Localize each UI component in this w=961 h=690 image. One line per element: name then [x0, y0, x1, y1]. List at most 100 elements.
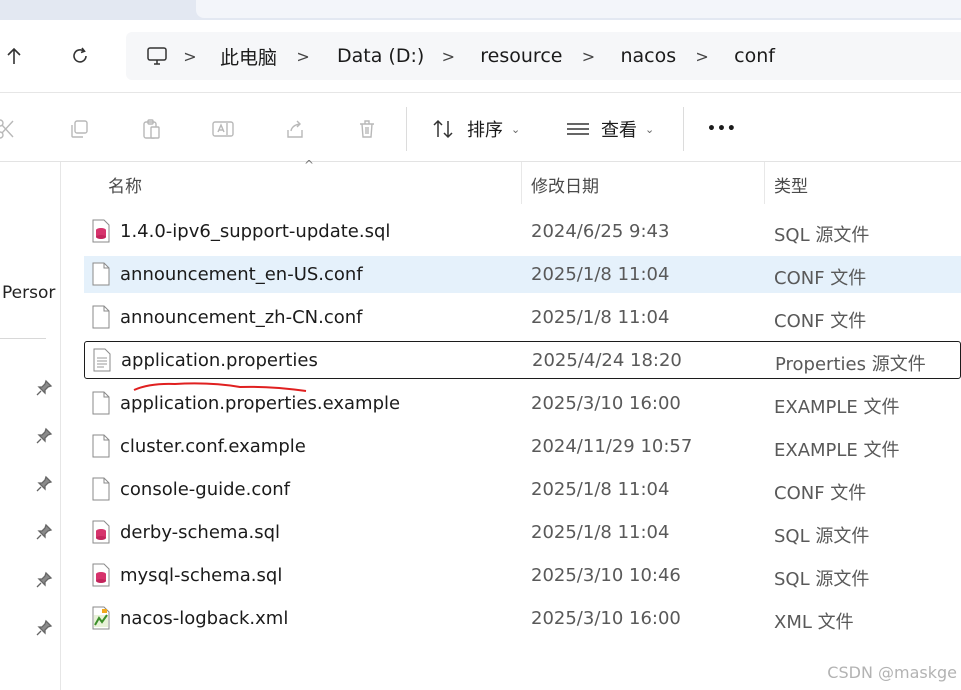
file-row[interactable]: derby-schema.sql 2025/1/8 11:04 SQL 源文件 [84, 514, 961, 551]
file-name: application.properties.example [120, 393, 401, 414]
file-type: CONF 文件 [774, 483, 867, 504]
rename-icon[interactable] [211, 117, 235, 141]
breadcrumb-separator[interactable]: > [570, 47, 606, 66]
more-options-icon[interactable]: ••• [707, 117, 737, 141]
file-type: SQL 源文件 [774, 526, 870, 547]
file-row[interactable]: application.properties.example 2025/3/10… [84, 385, 961, 422]
column-divider[interactable] [521, 162, 522, 204]
sql-file-icon [92, 520, 110, 544]
file-row[interactable]: announcement_en-US.conf 2025/1/8 11:04 C… [84, 256, 961, 293]
toolbar-divider [406, 107, 407, 151]
file-icon [92, 391, 110, 415]
pin-icon[interactable] [35, 427, 53, 445]
file-name: cluster.conf.example [120, 436, 306, 457]
toolbar-divider [683, 107, 684, 151]
file-row[interactable]: 1.4.0-ipv6_support-update.sql 2024/6/25 … [84, 213, 961, 250]
file-type: Properties 源文件 [775, 354, 926, 375]
column-header: ^ 名称 修改日期 类型 [61, 158, 961, 204]
file-date: 2024/11/29 10:57 [531, 436, 693, 457]
up-arrow-icon[interactable] [0, 42, 28, 70]
file-row[interactable]: console-guide.conf 2025/1/8 11:04 CONF 文… [84, 471, 961, 508]
file-name: mysql-schema.sql [120, 565, 283, 586]
command-bar: 排序 ⌄ 查看 ⌄ ••• [0, 92, 961, 162]
watermark: CSDN @maskge [827, 663, 957, 682]
file-row[interactable]: cluster.conf.example 2024/11/29 10:57 EX… [84, 428, 961, 465]
address-bar[interactable]: > 此电脑 > Data (D:) > resource > nacos > c… [126, 32, 961, 80]
pin-icon[interactable] [35, 619, 53, 637]
nav-divider [0, 338, 46, 339]
file-name: derby-schema.sql [120, 522, 281, 543]
pin-icon[interactable] [35, 571, 53, 589]
view-button[interactable]: 查看 ⌄ [601, 117, 654, 141]
sql-file-icon [92, 563, 110, 587]
view-label: 查看 [601, 120, 637, 141]
tab-strip [0, 0, 961, 20]
file-type: CONF 文件 [774, 311, 867, 332]
xml-file-icon [92, 606, 110, 630]
file-row[interactable]: mysql-schema.sql 2025/3/10 10:46 SQL 源文件 [84, 557, 961, 594]
breadcrumb-item-conf[interactable]: conf [734, 45, 775, 67]
breadcrumb-separator[interactable]: > [172, 47, 208, 66]
navigation-pane: Persor [0, 162, 61, 690]
file-date: 2025/3/10 16:00 [531, 393, 681, 414]
file-date: 2025/1/8 11:04 [531, 479, 670, 500]
breadcrumb-item-resource[interactable]: resource [480, 45, 562, 67]
paste-icon[interactable] [139, 117, 163, 141]
breadcrumb-item-data-d[interactable]: Data (D:) [337, 45, 424, 67]
breadcrumb-separator[interactable]: > [684, 47, 720, 66]
file-date: 2025/4/24 18:20 [532, 350, 682, 371]
active-tab[interactable] [196, 0, 961, 18]
file-row[interactable]: nacos-logback.xml 2025/3/10 16:00 XML 文件 [84, 600, 961, 637]
breadcrumb-item-nacos[interactable]: nacos [620, 45, 676, 67]
sql-file-icon [92, 219, 110, 243]
file-type: EXAMPLE 文件 [774, 440, 900, 461]
file-name: application.properties [121, 350, 318, 371]
sort-label: 排序 [467, 120, 503, 141]
file-date: 2025/1/8 11:04 [531, 264, 670, 285]
pin-icon[interactable] [35, 379, 53, 397]
pin-icon[interactable] [35, 523, 53, 541]
file-row-focused[interactable]: application.properties 2025/4/24 18:20 P… [84, 341, 961, 379]
file-date: 2025/1/8 11:04 [531, 307, 670, 328]
file-row[interactable]: announcement_zh-CN.conf 2025/1/8 11:04 C… [84, 299, 961, 336]
copy-icon[interactable] [67, 117, 91, 141]
text-file-icon [93, 348, 111, 372]
file-name: console-guide.conf [120, 479, 290, 500]
sort-ascending-icon: ^ [304, 158, 315, 172]
file-icon [92, 434, 110, 458]
sort-icon[interactable] [431, 117, 455, 141]
share-icon[interactable] [283, 117, 307, 141]
computer-icon[interactable] [144, 43, 170, 69]
file-name: 1.4.0-ipv6_support-update.sql [120, 221, 391, 242]
pin-icon[interactable] [35, 475, 53, 493]
file-type: CONF 文件 [774, 268, 867, 289]
file-name: announcement_en-US.conf [120, 264, 363, 285]
file-date: 2025/1/8 11:04 [531, 522, 670, 543]
breadcrumb-separator[interactable]: > [285, 47, 321, 66]
address-row: > 此电脑 > Data (D:) > resource > nacos > c… [0, 20, 961, 92]
file-icon [92, 262, 110, 286]
cut-icon[interactable] [0, 117, 18, 141]
file-date: 2025/3/10 16:00 [531, 608, 681, 629]
nav-item-personal[interactable]: Persor [2, 283, 55, 303]
refresh-icon[interactable] [66, 42, 94, 70]
column-divider[interactable] [764, 162, 765, 204]
file-type: SQL 源文件 [774, 569, 870, 590]
breadcrumb-separator[interactable]: > [430, 47, 466, 66]
chevron-down-icon: ⌄ [511, 122, 521, 136]
file-type: EXAMPLE 文件 [774, 397, 900, 418]
file-date: 2024/6/25 9:43 [531, 221, 670, 242]
file-icon [92, 305, 110, 329]
sort-button[interactable]: 排序 ⌄ [467, 117, 520, 141]
file-date: 2025/3/10 10:46 [531, 565, 681, 586]
breadcrumb-item-this-pc[interactable]: 此电脑 [220, 43, 277, 70]
chevron-down-icon: ⌄ [645, 122, 655, 136]
file-icon [92, 477, 110, 501]
delete-icon[interactable] [355, 117, 379, 141]
file-name: announcement_zh-CN.conf [120, 307, 363, 328]
column-header-name[interactable]: 名称 [108, 172, 142, 197]
column-header-date[interactable]: 修改日期 [531, 172, 599, 197]
view-icon[interactable] [566, 117, 590, 141]
file-type: XML 文件 [774, 612, 854, 633]
column-header-type[interactable]: 类型 [774, 172, 808, 197]
